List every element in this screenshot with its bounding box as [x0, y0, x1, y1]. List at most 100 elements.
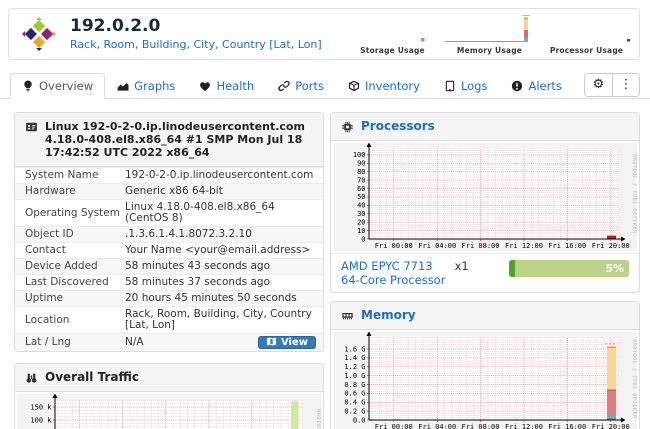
- svg-text:Fri 00:00: Fri 00:00: [375, 242, 413, 250]
- device-header: 192.0.2.0 Rack, Room, Building, City, Co…: [8, 8, 640, 60]
- tab-label: Alerts: [528, 79, 561, 93]
- system-info-row: LocationRack, Room, Building, City, Coun…: [15, 306, 323, 333]
- svg-text:1.2 G: 1.2 G: [344, 363, 365, 371]
- svg-text:1.4 G: 1.4 G: [344, 354, 365, 362]
- svg-text:Fri 08:00: Fri 08:00: [462, 423, 500, 429]
- usage-mini-graphs: Storage Usage Memory Usage Processor Usa…: [344, 13, 635, 55]
- tab-label: Inventory: [365, 79, 420, 93]
- row-value: .1.3.6.1.4.1.8072.3.2.10: [125, 229, 252, 240]
- svg-text:Fri 04:00: Fri 04:00: [418, 242, 456, 250]
- cpu-usage-progress-fill: [509, 260, 515, 277]
- svg-text:30: 30: [357, 210, 365, 218]
- row-label: Device Added: [25, 261, 125, 272]
- overall-traffic-panel: Overall Traffic 150 k100 k50 k0RRDTOOL /…: [14, 363, 324, 429]
- processor-row: AMD EPYC 7713 x1 64-Core Processor 5%: [331, 253, 639, 292]
- tab-health[interactable]: Health: [187, 73, 266, 99]
- memory-graph[interactable]: 1.6 G1.4 G1.2 G1.0 G0.8 G0.6 G0.4 G0.2 G…: [333, 332, 637, 429]
- row-label: Lat / Lng: [25, 337, 125, 348]
- row-value: 20 hours 45 minutes 50 seconds: [125, 293, 297, 304]
- system-info-heading: Linux 192-0-2-0.ip.linodeusercontent.com…: [15, 113, 323, 167]
- svg-text:1.0 G: 1.0 G: [344, 372, 365, 380]
- processor-usage-mini-graph[interactable]: Processor Usage: [538, 13, 635, 55]
- svg-text:RRDTOOL / TOBI OETIKER: RRDTOOL / TOBI OETIKER: [631, 339, 637, 419]
- svg-text:20: 20: [357, 218, 365, 226]
- svg-text:Fri 00:00: Fri 00:00: [375, 423, 413, 429]
- svg-text:50: 50: [357, 193, 365, 201]
- svg-text:70: 70: [357, 176, 365, 184]
- svg-text:1.6 G: 1.6 G: [344, 345, 365, 353]
- area-chart-icon: [117, 80, 129, 92]
- svg-text:100: 100: [353, 151, 366, 159]
- tab-graphs[interactable]: Graphs: [105, 73, 187, 99]
- svg-text:0.6 G: 0.6 G: [344, 390, 365, 398]
- svg-text:Fri 12:00: Fri 12:00: [505, 423, 543, 429]
- cpu-name-link[interactable]: AMD EPYC 7713: [341, 259, 433, 273]
- row-value: 58 minutes 43 seconds ago: [125, 261, 270, 272]
- heart-icon: [199, 80, 211, 92]
- address-card-icon: [25, 121, 38, 133]
- storage-usage-label: Storage Usage: [360, 46, 425, 55]
- tab-ports[interactable]: Ports: [266, 73, 336, 99]
- svg-text:10: 10: [357, 227, 365, 235]
- row-value: 192-0-2-0.ip.linodeusercontent.com: [125, 170, 313, 181]
- system-info-panel: Linux 192-0-2-0.ip.linodeusercontent.com…: [14, 112, 324, 352]
- row-value: Generic x86 64-bit: [125, 186, 223, 197]
- cpu-description-link[interactable]: 64-Core Processor: [341, 273, 445, 287]
- device-settings-button[interactable]: ⚙: [585, 74, 612, 96]
- processors-graph[interactable]: 1009080706050403020100Fri 00:00Fri 04:00…: [333, 143, 637, 251]
- processors-panel: Processors 1009080706050403020100Fri 00:…: [330, 112, 640, 293]
- storage-usage-mini-graph[interactable]: Storage Usage: [344, 13, 441, 55]
- system-info-row: Lat / LngN/A View: [15, 333, 323, 351]
- svg-text:0.2 G: 0.2 G: [344, 407, 365, 415]
- gear-icon: ⚙: [593, 77, 605, 92]
- link-icon: [278, 80, 290, 92]
- cpu-usage-progress-bar: 5%: [509, 260, 629, 277]
- binoculars-icon: [25, 372, 38, 384]
- row-label: Contact: [25, 245, 125, 256]
- device-location-link[interactable]: Rack, Room, Building, City, Country [Lat…: [70, 38, 322, 51]
- view-location-button[interactable]: View: [258, 336, 316, 349]
- tab-label: Logs: [461, 79, 488, 93]
- svg-text:Fri 04:00: Fri 04:00: [418, 423, 456, 429]
- memory-usage-mini-graph[interactable]: Memory Usage: [441, 13, 538, 55]
- view-button-label: View: [281, 337, 308, 348]
- lightbulb-icon: [22, 80, 34, 92]
- svg-text:60: 60: [357, 185, 365, 193]
- svg-text:0: 0: [361, 235, 365, 243]
- tab-label: Health: [216, 79, 254, 93]
- tab-inventory[interactable]: Inventory: [336, 73, 432, 99]
- row-label: Last Discovered: [25, 277, 125, 288]
- system-info-row: HardwareGeneric x86 64-bit: [15, 183, 323, 199]
- system-info-row: Uptime20 hours 45 minutes 50 seconds: [15, 290, 323, 306]
- tab-logs[interactable]: Logs: [432, 73, 500, 99]
- svg-text:90: 90: [357, 160, 365, 168]
- system-kernel-title: Linux 192-0-2-0.ip.linodeusercontent.com…: [45, 120, 313, 159]
- memory-panel: Memory 1.6 G1.4 G1.2 G1.0 G0.8 G0.6 G0.4…: [330, 301, 640, 429]
- svg-text:100 k: 100 k: [30, 416, 52, 424]
- map-icon: [266, 336, 277, 350]
- svg-text:150 k: 150 k: [30, 403, 52, 411]
- tab-latency[interactable]: Latency: [644, 73, 650, 99]
- device-overview-page: 192.0.2.0 Rack, Room, Building, City, Co…: [0, 0, 650, 429]
- processors-heading: Processors: [331, 113, 639, 141]
- cpu-count: x1: [455, 259, 469, 273]
- processor-usage-label: Processor Usage: [550, 46, 623, 55]
- centos-logo-icon: [21, 16, 57, 52]
- svg-text:0.0: 0.0: [353, 416, 366, 424]
- system-info-row: Operating SystemLinux 4.18.0-408.el8.x86…: [15, 199, 323, 226]
- system-info-table: System Name192-0-2-0.ip.linodeuserconten…: [15, 167, 323, 351]
- row-value: N/A: [125, 337, 144, 348]
- system-info-row: Device Added58 minutes 43 seconds ago: [15, 258, 323, 274]
- processors-title-link[interactable]: Processors: [361, 120, 435, 133]
- device-tabbar: OverviewGraphs Health Ports Inventory Logs Al…: [0, 71, 650, 99]
- row-value: Your Name <your@email.address>: [125, 245, 310, 256]
- tab-overview[interactable]: Overview: [10, 73, 105, 99]
- device-more-menu-button[interactable]: ⋮: [612, 74, 639, 96]
- svg-text:RRDTOOL / TOBI OETIKER: RRDTOOL / TOBI OETIKER: [315, 409, 321, 429]
- svg-text:Fri 12:00: Fri 12:00: [505, 242, 543, 250]
- overall-traffic-graph[interactable]: 150 k100 k50 k0RRDTOOL / TOBI OETIKER: [17, 394, 321, 429]
- memory-title-link[interactable]: Memory: [361, 309, 416, 322]
- overall-traffic-heading: Overall Traffic: [15, 364, 323, 392]
- memory-heading: Memory: [331, 302, 639, 330]
- tab-alerts[interactable]: Alerts: [499, 73, 573, 99]
